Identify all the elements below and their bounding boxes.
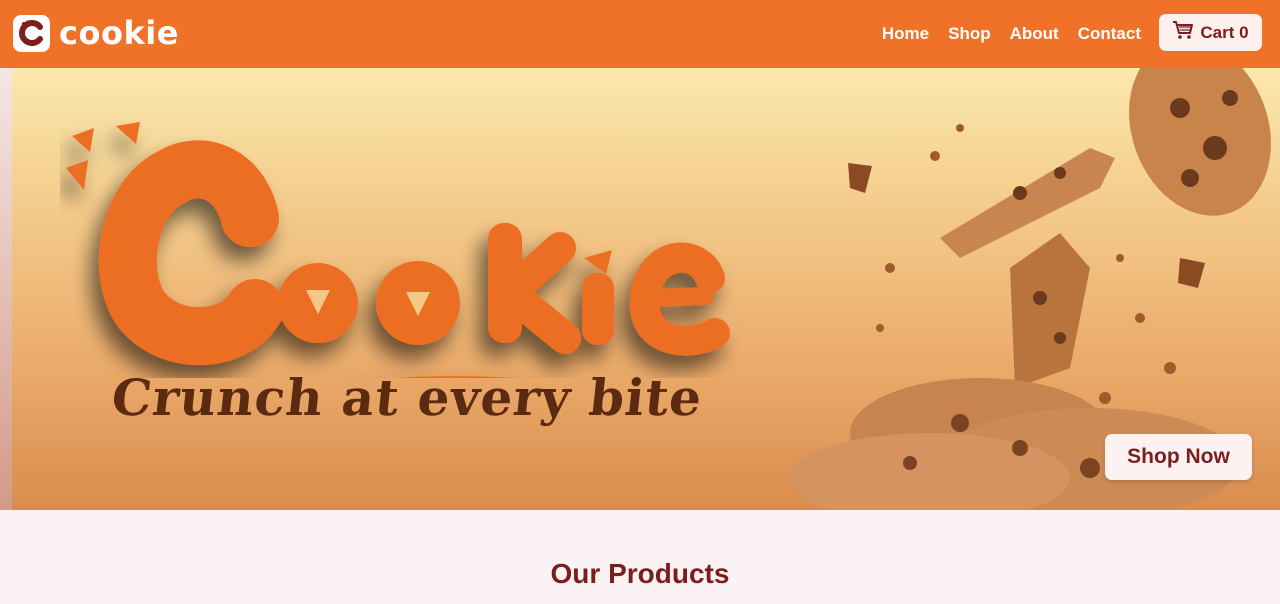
cart-label: Cart 0 (1200, 22, 1249, 42)
cookie-wordmark-logo (66, 122, 730, 378)
nav-home-link[interactable]: Home (882, 24, 929, 44)
cookie-logo-icon (13, 14, 50, 52)
nav-about-link[interactable]: About (1010, 24, 1059, 44)
main-nav: Home Shop About Contact (882, 0, 1141, 68)
hero-tagline: Crunch at every bite (108, 368, 706, 427)
section-title-products: Our Products (550, 558, 730, 589)
site-logo[interactable]: cookie (13, 14, 179, 52)
cart-button[interactable]: Cart 0 (1159, 14, 1262, 51)
hero-banner: Crunch at every bite Shop Now (0, 68, 1280, 510)
cart-icon (1172, 20, 1194, 45)
nav-contact-link[interactable]: Contact (1078, 24, 1141, 44)
nav-shop-link[interactable]: Shop (948, 24, 991, 44)
logo-text: cookie (59, 14, 179, 52)
site-header: cookie Home Shop About Contact Cart 0 (0, 0, 1280, 68)
hero-edge-strip (0, 68, 12, 510)
shop-now-button[interactable]: Shop Now (1105, 434, 1252, 480)
shop-now-label: Shop Now (1127, 445, 1230, 468)
